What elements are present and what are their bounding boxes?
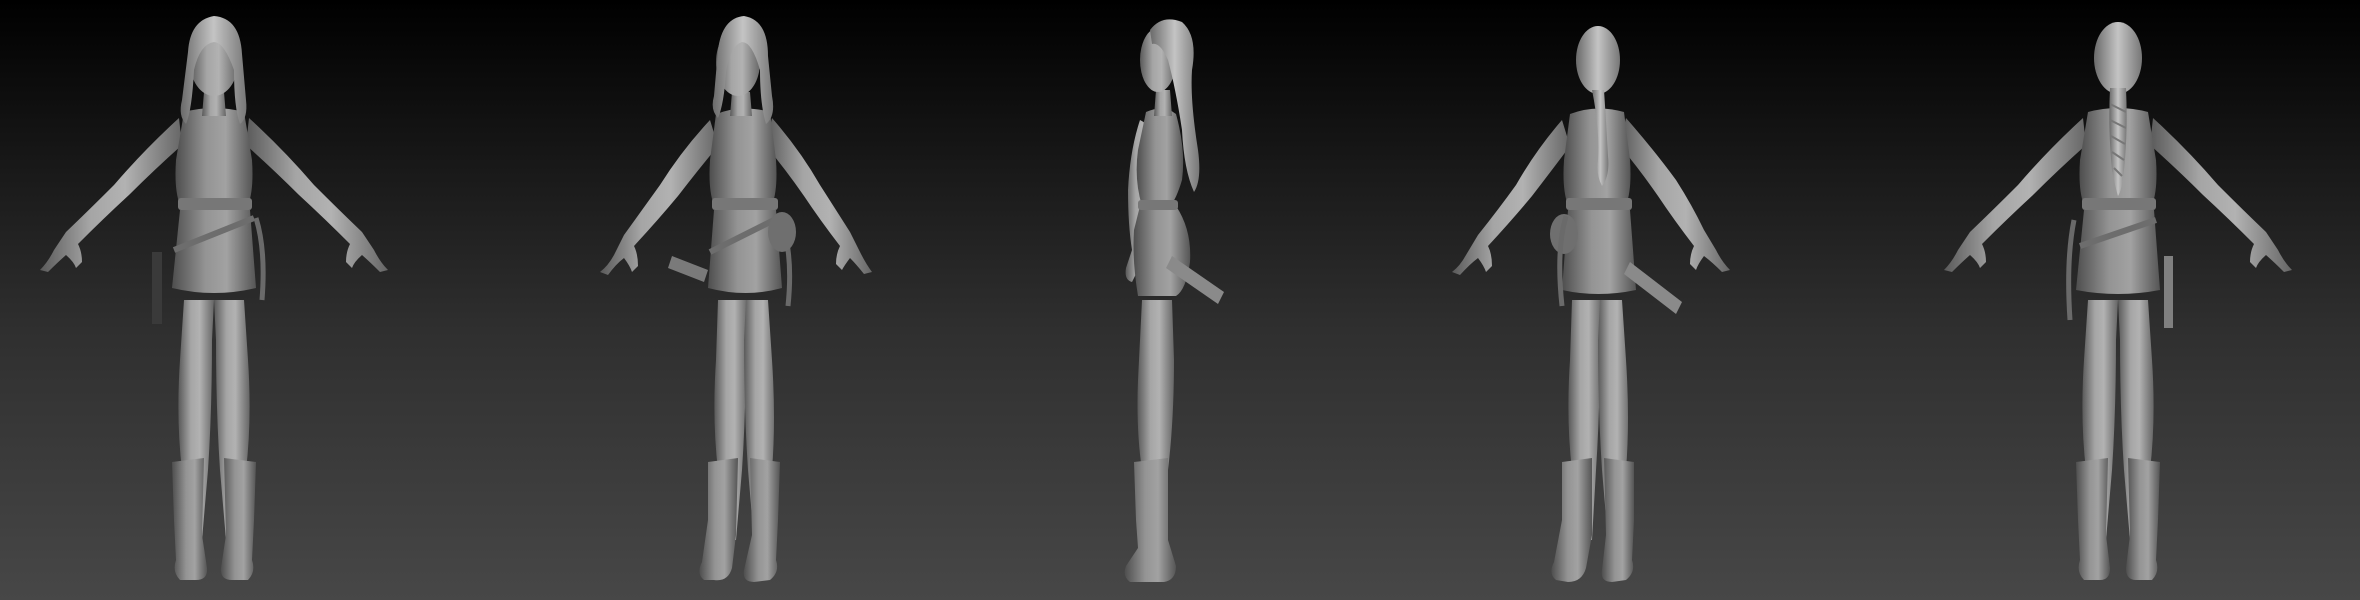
sculpt-viewport[interactable] [0,0,2360,600]
model-view-back-three-quarter[interactable] [1386,0,1806,600]
model-view-front[interactable] [4,0,424,600]
model-view-back[interactable] [1908,0,2328,600]
model-view-front-three-quarter[interactable] [532,0,952,600]
model-view-side[interactable] [962,0,1382,600]
